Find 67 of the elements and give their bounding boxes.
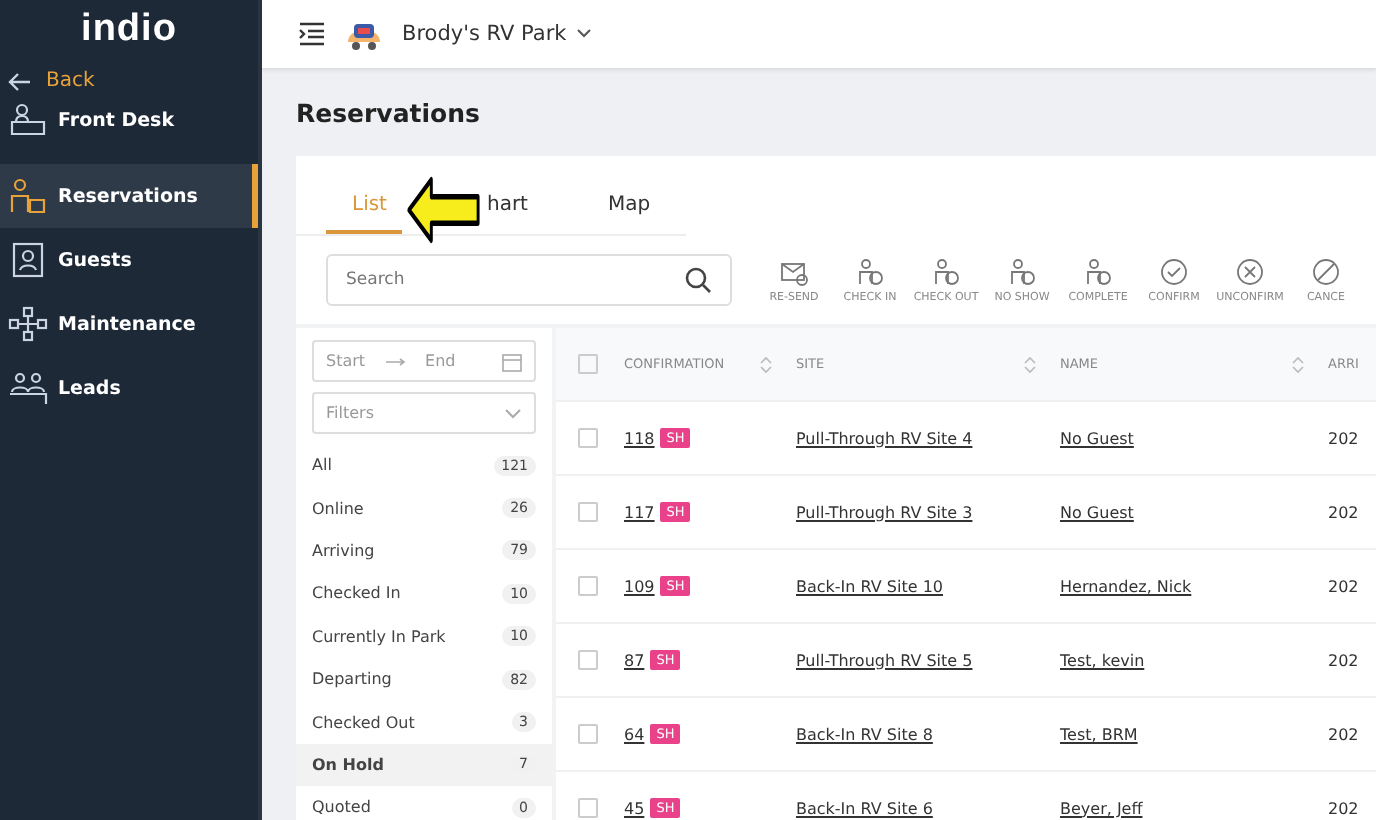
confirmation-link[interactable]: 45 (624, 799, 645, 817)
confirmation-link[interactable]: 87 (624, 651, 645, 669)
site-link[interactable]: Back-In RV Site 6 (796, 799, 933, 817)
guest-name-link[interactable]: Test, kevin (1060, 651, 1145, 669)
sort-icon[interactable] (1024, 355, 1036, 373)
site-link[interactable]: Back-In RV Site 8 (796, 725, 933, 743)
view-tab[interactable]: hart (482, 184, 528, 234)
person-icon (1008, 257, 1036, 285)
check-circle-icon (1160, 257, 1188, 285)
sidebar-item[interactable]: Reservations (0, 164, 258, 228)
slash-circle-icon (1312, 257, 1340, 285)
site-link[interactable]: Back-In RV Site 10 (796, 577, 943, 595)
arrow-right-icon (385, 357, 406, 365)
row-checkbox[interactable] (578, 502, 598, 522)
chevron-down-icon (504, 407, 522, 419)
row-checkbox[interactable] (578, 428, 598, 448)
view-tab[interactable]: Map (581, 184, 677, 234)
person-icon (1084, 257, 1112, 285)
table-cell: 202 (1328, 651, 1359, 669)
row-checkbox[interactable] (578, 798, 598, 818)
person-icon (932, 257, 960, 285)
people-icon (8, 370, 48, 406)
sort-icon[interactable] (760, 355, 772, 373)
person-icon (8, 178, 48, 214)
table-cell: 202 (1328, 799, 1359, 817)
select-all-checkbox[interactable] (578, 354, 598, 374)
table-cell: 202 (1328, 429, 1359, 447)
guest-name-link[interactable]: No Guest (1060, 503, 1134, 521)
logo: indio (79, 6, 179, 54)
chevron-down-icon (576, 28, 593, 40)
arrow-annotation (406, 174, 482, 246)
sort-icon[interactable] (1292, 355, 1304, 373)
menu-icon[interactable] (298, 22, 326, 46)
back-arrow-icon (8, 71, 32, 91)
calendar-icon (502, 351, 522, 371)
confirmation-link[interactable]: 109 (624, 577, 655, 595)
site-link[interactable]: Pull-Through RV Site 5 (796, 651, 973, 669)
guest-name-link[interactable]: Test, BRM (1060, 725, 1138, 743)
sidebar-item[interactable]: Maintenance (0, 292, 258, 356)
x-circle-icon (1236, 257, 1264, 285)
envelope-icon (780, 257, 808, 285)
back-link[interactable]: Back (0, 64, 258, 98)
site-link[interactable]: Pull-Through RV Site 3 (796, 503, 973, 521)
table-cell: 202 (1328, 503, 1359, 521)
row-checkbox[interactable] (578, 576, 598, 596)
desk-person-icon (8, 102, 48, 138)
row-checkbox[interactable] (578, 724, 598, 744)
network-icon (8, 306, 48, 342)
sidebar-item[interactable]: Front Desk (0, 98, 258, 142)
guest-name-link[interactable]: Hernandez, Nick (1060, 577, 1192, 595)
confirmation-link[interactable]: 64 (624, 725, 645, 743)
row-checkbox[interactable] (578, 650, 598, 670)
confirmation-link[interactable]: 117 (624, 503, 655, 521)
person-icon (856, 257, 884, 285)
park-selector[interactable]: Brody's RV Park (402, 22, 593, 46)
confirmation-link[interactable]: 118 (624, 429, 655, 447)
guest-name-link[interactable]: No Guest (1060, 429, 1134, 447)
sidebar-item[interactable]: Leads (0, 356, 258, 420)
page-title: Reservations (296, 98, 482, 128)
table-cell: 202 (1328, 725, 1359, 743)
guest-name-link[interactable]: Beyer, Jeff (1060, 799, 1143, 817)
site-link[interactable]: Pull-Through RV Site 4 (796, 429, 973, 447)
id-badge-icon (8, 242, 48, 278)
search-field[interactable]: Search (326, 254, 732, 306)
table-cell: 202 (1328, 577, 1359, 595)
search-icon (684, 266, 712, 294)
sidebar-item[interactable]: Guests (0, 228, 258, 292)
